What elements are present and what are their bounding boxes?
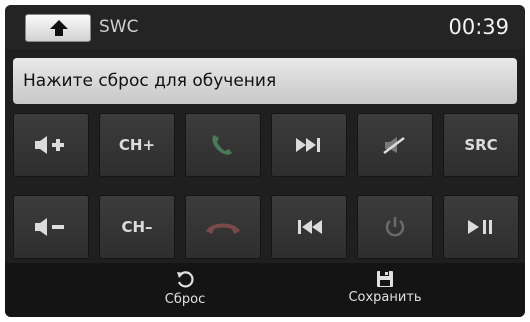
next-track-button[interactable] <box>271 113 347 177</box>
top-bar: SWC 00:39 <box>5 5 525 49</box>
key-grid: CH+ SRC CH– <box>13 113 519 259</box>
channel-up-label: CH+ <box>118 136 156 154</box>
volume-up-button[interactable] <box>13 113 89 177</box>
clock: 00:39 <box>448 15 509 39</box>
volume-down-icon <box>35 218 64 236</box>
source-label: SRC <box>464 136 498 154</box>
bottom-bar: Сброс Сохранить <box>5 263 525 317</box>
reset-label: Сброс <box>164 292 206 307</box>
source-button[interactable]: SRC <box>443 113 519 177</box>
reset-button[interactable]: Сброс <box>145 263 225 317</box>
channel-down-label: CH– <box>121 218 153 236</box>
channel-up-button[interactable]: CH+ <box>99 113 175 177</box>
phone-hangup-icon <box>206 223 240 234</box>
save-button[interactable]: Сохранить <box>335 263 435 317</box>
reset-icon <box>177 271 194 288</box>
mute-icon <box>383 137 405 154</box>
home-button[interactable] <box>25 14 91 42</box>
save-label: Сохранить <box>348 290 422 305</box>
previous-track-button[interactable] <box>271 195 347 259</box>
call-answer-button[interactable] <box>185 113 261 177</box>
next-track-icon <box>296 138 320 152</box>
volume-down-button[interactable] <box>13 195 89 259</box>
previous-track-icon <box>298 220 322 234</box>
save-icon <box>377 271 393 287</box>
play-pause-button[interactable] <box>443 195 519 259</box>
screen-title: SWC <box>99 17 139 37</box>
call-hangup-button[interactable] <box>185 195 261 259</box>
volume-up-icon <box>35 136 64 154</box>
play-pause-icon <box>468 220 492 234</box>
home-icon <box>50 20 68 36</box>
phone-answer-icon <box>212 135 232 155</box>
power-icon <box>385 217 405 237</box>
power-button[interactable] <box>357 195 433 259</box>
instruction-bar: Нажите сброс для обучения <box>13 58 517 104</box>
channel-down-button[interactable]: CH– <box>99 195 175 259</box>
swc-screen: SWC 00:39 Нажите сброс для обучения CH+ <box>5 5 525 317</box>
mute-button[interactable] <box>357 113 433 177</box>
